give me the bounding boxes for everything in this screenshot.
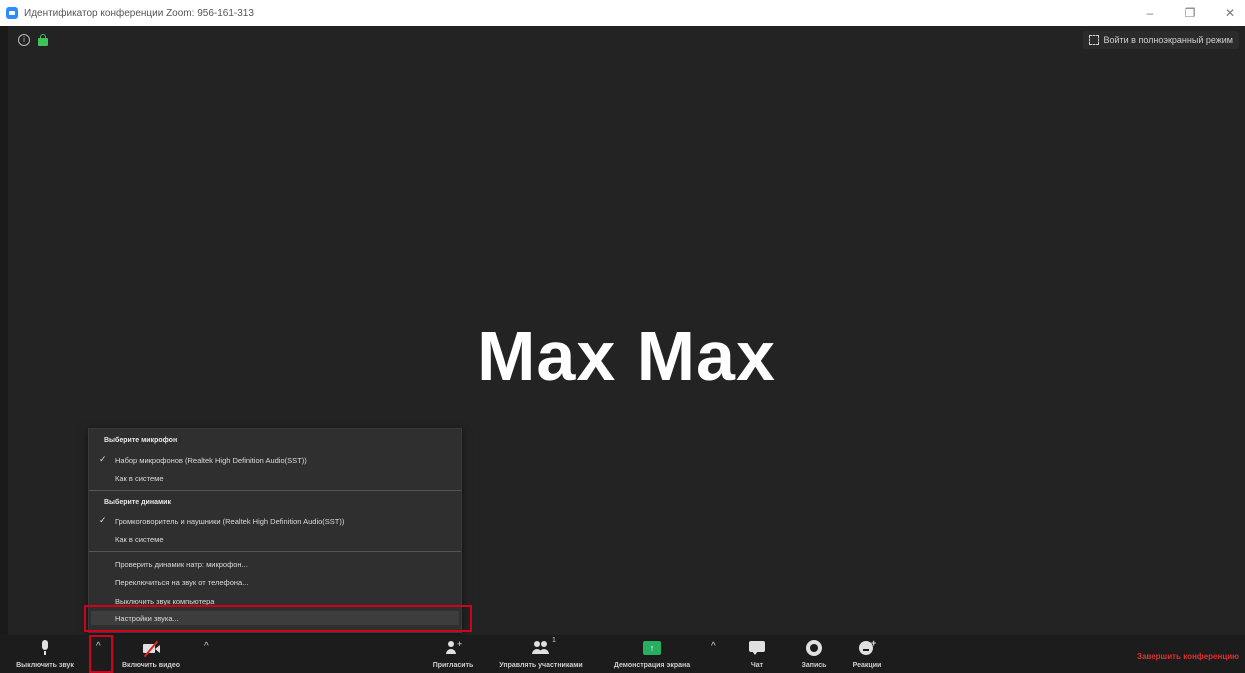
participants-button[interactable]: 1 Управлять участниками (486, 635, 596, 673)
close-button[interactable]: ✕ (1223, 6, 1237, 20)
record-icon (805, 639, 823, 657)
invite-button[interactable]: + Пригласить (425, 635, 481, 673)
participants-count: 1 (552, 637, 556, 644)
chat-icon (748, 639, 766, 657)
menu-item-mic-system[interactable]: Как в системе (115, 474, 164, 483)
info-icon[interactable]: i (18, 34, 30, 46)
meeting-toolbar: Выключить звук ^ Включить видео ^ + Приг… (0, 635, 1245, 673)
menu-item-speaker-system[interactable]: Как в системе (115, 535, 164, 544)
participants-label: Управлять участниками (499, 662, 583, 669)
video-options-caret[interactable]: ^ (204, 641, 209, 652)
share-options-caret[interactable]: ^ (711, 641, 716, 652)
microphone-icon (36, 639, 54, 657)
participant-name: Max Max (477, 317, 776, 395)
mute-label: Выключить звук (16, 662, 74, 669)
share-screen-button[interactable]: ↑ Демонстрация экрана (600, 635, 704, 673)
highlight-box-audio-caret (89, 635, 113, 673)
record-label: Запись (801, 662, 827, 669)
fullscreen-icon (1088, 35, 1099, 45)
reactions-button[interactable]: + Реакции (845, 635, 889, 673)
chat-label: Чат (750, 662, 764, 669)
menu-divider (89, 551, 461, 552)
menu-item-switch-phone[interactable]: Переключиться на звук от телефона... (115, 578, 248, 587)
menu-item-speaker-realtek[interactable]: Громкоговоритель и наушники (Realtek Hig… (115, 517, 344, 526)
fullscreen-label: Войти в полноэкранный режим (1103, 35, 1234, 45)
zoom-app-icon (6, 7, 18, 19)
check-icon: ✓ (99, 454, 107, 464)
chat-button[interactable]: Чат (740, 635, 774, 673)
menu-item-test-audio[interactable]: Проверить динамик натр: микрофон... (115, 560, 248, 569)
menu-item-mic-realtek[interactable]: Набор микрофонов (Realtek High Definitio… (115, 456, 307, 465)
reactions-label: Реакции (852, 662, 882, 669)
invite-icon: + (444, 639, 462, 657)
lock-icon[interactable] (38, 34, 48, 46)
highlight-box-audio-settings (84, 605, 472, 632)
share-label: Демонстрация экрана (613, 662, 691, 669)
reactions-icon: + (858, 638, 876, 657)
share-screen-icon: ↑ (643, 639, 661, 657)
record-button[interactable]: Запись (794, 635, 834, 673)
check-icon: ✓ (99, 515, 107, 525)
participants-icon: 1 (532, 637, 556, 657)
video-label: Включить видео (121, 662, 181, 669)
speaker-section-header: Выберите динамик (104, 499, 171, 506)
minimize-button[interactable]: – (1143, 6, 1157, 20)
maximize-button[interactable]: ❐ (1183, 6, 1197, 20)
start-video-button[interactable]: Включить видео (116, 635, 186, 673)
end-meeting-button[interactable]: Завершить конференцию (1137, 652, 1239, 661)
audio-options-menu: Выберите микрофон ✓ Набор микрофонов (Re… (88, 428, 462, 633)
window-title: Идентификатор конференции Zoom: 956-161-… (24, 7, 254, 19)
title-bar: Идентификатор конференции Zoom: 956-161-… (0, 0, 1245, 26)
invite-label: Пригласить (432, 662, 474, 669)
video-off-icon (142, 639, 160, 658)
menu-divider (89, 490, 461, 491)
mic-section-header: Выберите микрофон (104, 437, 178, 444)
fullscreen-button[interactable]: Войти в полноэкранный режим (1082, 31, 1239, 49)
mute-button[interactable]: Выключить звук (10, 635, 80, 673)
